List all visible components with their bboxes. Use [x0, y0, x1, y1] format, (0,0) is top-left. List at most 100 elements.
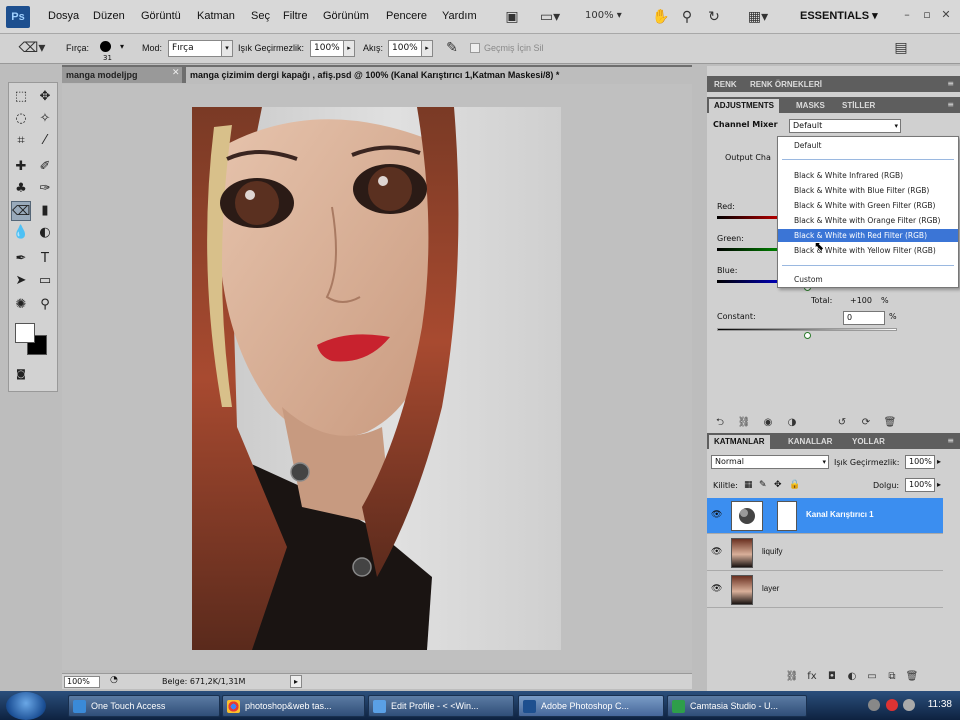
tab-katmanlar[interactable]: KATMANLAR — [709, 435, 770, 449]
taskbar-edit-profile[interactable]: Edit Profile - < <Win... — [368, 695, 514, 717]
preset-menu-item[interactable]: Black & White with Blue Filter (RGB) — [778, 184, 958, 197]
dodge-tool-icon[interactable]: ◐ — [35, 223, 55, 243]
erase-to-history-checkbox[interactable] — [470, 43, 480, 53]
layer-style-icon[interactable]: fx — [805, 670, 819, 684]
menu-pencere[interactable]: Pencere — [386, 10, 427, 22]
link-layers-icon[interactable]: ⛓ — [785, 670, 799, 684]
fill-input[interactable]: 100% — [905, 478, 935, 492]
eye-icon[interactable]: 👁 — [711, 510, 723, 520]
lock-transparency-icon[interactable]: ▦ — [744, 480, 753, 490]
previous-state-icon[interactable]: ◑ — [785, 416, 799, 430]
preset-menu-item[interactable]: Black & White with Yellow Filter (RGB) — [778, 244, 958, 257]
workspace-switcher[interactable]: ESSENTIALS ▾ — [800, 9, 878, 22]
portrait-photo[interactable] — [192, 107, 561, 650]
preset-menu-item-selected[interactable]: Black & White with Red Filter (RGB) — [778, 229, 958, 242]
menu-gorunum[interactable]: Görünüm — [323, 10, 369, 22]
menu-duzen[interactable]: Düzen — [93, 10, 125, 22]
constant-slider-thumb[interactable] — [804, 332, 811, 339]
preset-menu-item[interactable]: Black & White with Green Filter (RGB) — [778, 199, 958, 212]
close-icon[interactable]: ✕ — [939, 8, 953, 22]
history-brush-tool-icon[interactable]: ✑ — [35, 179, 55, 199]
mode-select[interactable]: Fırça — [168, 40, 222, 57]
hand-tool-icon[interactable]: ✋ — [652, 8, 670, 26]
preset-menu-item[interactable]: Black & White with Orange Filter (RGB) — [778, 214, 958, 227]
layer-mask-thumb[interactable] — [777, 501, 797, 531]
minimize-icon[interactable]: – — [900, 8, 914, 22]
tab-renk-ornekleri[interactable]: RENK ÖRNEKLERİ — [745, 78, 827, 92]
trash-icon[interactable]: 🗑 — [883, 416, 897, 430]
zoom-level-dropdown[interactable]: 100% ▾ — [585, 10, 622, 21]
bridge-icon[interactable]: ▣ — [503, 8, 521, 26]
view-extras-icon[interactable]: ▭▾ — [538, 8, 562, 26]
eraser-preset-icon[interactable]: ⌫▾ — [18, 39, 46, 57]
return-icon[interactable]: ⮌ — [713, 416, 727, 430]
pen-tool-icon[interactable]: ✒ — [11, 249, 31, 269]
shape-tool-icon[interactable]: ▭ — [35, 271, 55, 291]
tab-renk[interactable]: RENK — [709, 78, 742, 92]
tab-masks[interactable]: MASKS — [791, 99, 830, 113]
constant-slider-track[interactable] — [717, 328, 897, 331]
gradient-tool-icon[interactable]: ▮ — [35, 201, 55, 221]
crop-tool-icon[interactable]: ⌗ — [11, 131, 31, 151]
marquee-tool-icon[interactable]: ⬚ — [11, 87, 31, 107]
preset-menu-item[interactable]: Black & White Infrared (RGB) — [778, 169, 958, 182]
3d-rotate-tool-icon[interactable]: ✺ — [11, 295, 31, 315]
eyedropper-tool-icon[interactable]: ⁄ — [35, 131, 55, 151]
tab-manga-model-close-icon[interactable]: ✕ — [172, 68, 180, 78]
zoom-tool-icon[interactable]: ⚲ — [678, 8, 696, 26]
taskbar-photoshop[interactable]: Adobe Photoshop C... — [518, 695, 664, 717]
add-mask-icon[interactable]: ◘ — [825, 670, 839, 684]
magic-wand-tool-icon[interactable]: ✧ — [35, 109, 55, 129]
layers-panel-menu-icon[interactable]: ≡ — [947, 436, 954, 445]
menu-goruntu[interactable]: Görüntü — [141, 10, 181, 22]
canvas-area[interactable] — [62, 84, 692, 670]
tab-manga-cizimim[interactable]: manga çizimim dergi kapağı , afiş.psd @ … — [186, 67, 726, 83]
tray-network-icon[interactable] — [903, 699, 915, 711]
path-selection-tool-icon[interactable]: ➤ — [11, 271, 31, 291]
panel-toggle-icon[interactable]: ▤ — [892, 39, 910, 57]
brush-tool-icon[interactable]: ✐ — [35, 157, 55, 177]
layer-row-layer[interactable]: 👁 layer — [707, 572, 943, 608]
layer-name-2[interactable]: liquify — [762, 547, 782, 556]
brush-preview-icon[interactable] — [100, 41, 111, 52]
layer-row-kanal-karistirici[interactable]: 👁 Kanal Karıştırıcı 1 — [707, 498, 943, 534]
lock-pixels-icon[interactable]: ✎ — [759, 480, 767, 490]
layer-name-1[interactable]: Kanal Karıştırıcı 1 — [806, 510, 874, 519]
mode-dropdown-arrow-icon[interactable]: ▾ — [221, 40, 233, 57]
zoom-tool-panel-icon[interactable]: ⚲ — [35, 295, 55, 315]
opacity-arrow-icon[interactable]: ▸ — [343, 40, 355, 57]
new-layer-icon[interactable]: ⧉ — [885, 670, 899, 684]
menu-filtre[interactable]: Filtre — [283, 10, 307, 22]
constant-input[interactable]: 0 — [843, 311, 885, 325]
status-zoom-input[interactable]: 100% — [64, 676, 100, 688]
quick-mask-icon[interactable]: ◙ — [11, 365, 31, 385]
fill-arrow-icon[interactable]: ▸ — [937, 480, 941, 489]
taskbar-one-touch-access[interactable]: One Touch Access — [68, 695, 220, 717]
eye-icon[interactable]: 👁 — [711, 584, 723, 594]
tab-manga-model[interactable]: manga modeljpg — [62, 67, 182, 83]
preset-menu-item[interactable]: Custom — [778, 273, 958, 286]
layer-opacity-arrow-icon[interactable]: ▸ — [937, 457, 941, 466]
preset-dropdown[interactable]: Default ▾ — [789, 119, 901, 133]
color-panel-menu-icon[interactable]: ≡ — [947, 79, 954, 88]
tab-kanallar[interactable]: KANALLAR — [783, 435, 837, 449]
foreground-color-swatch[interactable] — [15, 323, 35, 343]
flow-arrow-icon[interactable]: ▸ — [421, 40, 433, 57]
blur-tool-icon[interactable]: 💧 — [11, 223, 31, 243]
eraser-tool-icon[interactable]: ⌫ — [11, 201, 31, 221]
lasso-tool-icon[interactable]: ◌ — [11, 109, 31, 129]
tray-record-icon[interactable] — [886, 699, 898, 711]
preset-menu-item[interactable]: Default — [778, 139, 958, 152]
tray-arrow-icon[interactable] — [868, 699, 880, 711]
layer-name-3[interactable]: layer — [762, 584, 779, 593]
menu-dosya[interactable]: Dosya — [48, 10, 79, 22]
taskbar-chrome[interactable]: photoshop&web tas... — [222, 695, 365, 717]
blend-mode-dropdown[interactable]: Normal ▾ — [711, 455, 829, 469]
clone-stamp-tool-icon[interactable]: ♣ — [11, 179, 31, 199]
healing-brush-tool-icon[interactable]: ✚ — [11, 157, 31, 177]
layer-row-liquify[interactable]: 👁 liquify — [707, 535, 943, 571]
opacity-input[interactable]: 100% — [310, 40, 344, 57]
flow-input[interactable]: 100% — [388, 40, 422, 57]
delete-layer-icon[interactable]: 🗑 — [905, 670, 919, 684]
tab-stiller[interactable]: STİLLER — [837, 99, 880, 113]
